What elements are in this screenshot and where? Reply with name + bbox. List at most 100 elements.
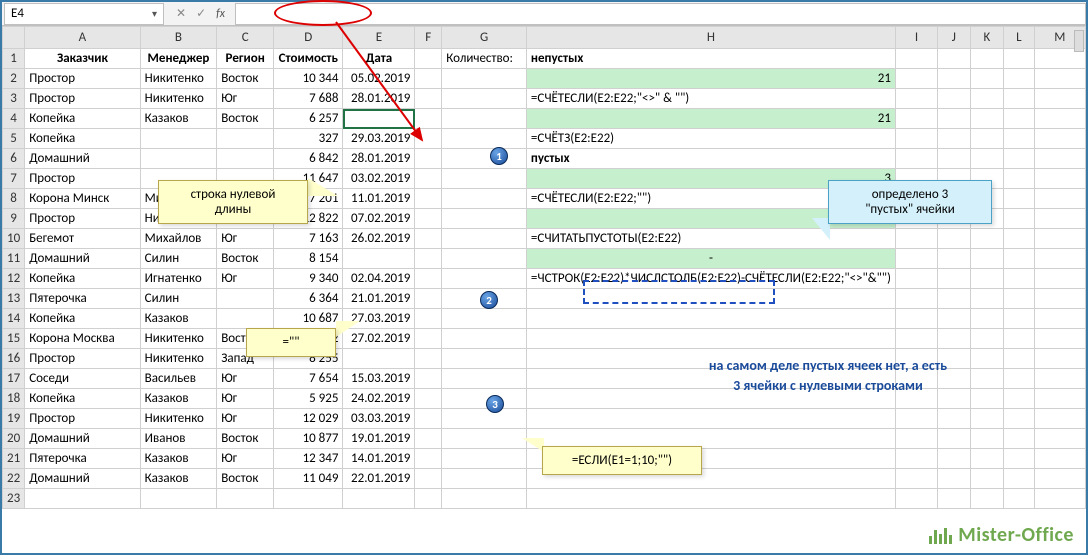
cell[interactable]: Простор <box>25 209 140 229</box>
cell[interactable] <box>895 329 937 349</box>
cell[interactable] <box>1034 409 1085 429</box>
cell[interactable]: Восток <box>217 109 274 129</box>
cell[interactable]: 6 364 <box>274 289 343 309</box>
cell[interactable] <box>1034 149 1085 169</box>
row-header-13[interactable]: 13 <box>3 289 25 309</box>
cell[interactable]: Юг <box>217 449 274 469</box>
cell[interactable] <box>442 129 527 149</box>
fx-icon[interactable]: fx <box>216 7 225 21</box>
cell[interactable]: Васильев <box>140 369 217 389</box>
cell[interactable]: Копейка <box>25 129 140 149</box>
cell[interactable] <box>1004 329 1034 349</box>
table-header-cell[interactable]: Менеджер <box>140 49 217 69</box>
col-header-J[interactable]: J <box>938 27 970 49</box>
cell[interactable]: 327 <box>274 129 343 149</box>
cell[interactable]: 24.02.2019 <box>343 389 415 409</box>
cancel-icon[interactable]: ✕ <box>176 6 186 21</box>
cell[interactable]: Никитенко <box>140 349 217 369</box>
row-header-12[interactable]: 12 <box>3 269 25 289</box>
cell[interactable] <box>526 309 895 329</box>
cell[interactable]: Восток <box>217 249 274 269</box>
cell[interactable] <box>442 149 527 169</box>
cell[interactable]: 28.01.2019 <box>343 89 415 109</box>
cell[interactable] <box>938 489 970 509</box>
cell[interactable] <box>526 489 895 509</box>
row-header-1[interactable]: 1 <box>3 49 25 69</box>
cell[interactable] <box>442 109 527 129</box>
cell[interactable]: Юг <box>217 229 274 249</box>
row-header-5[interactable]: 5 <box>3 129 25 149</box>
cell[interactable] <box>442 349 527 369</box>
row-header-2[interactable]: 2 <box>3 69 25 89</box>
cell[interactable]: Казаков <box>140 109 217 129</box>
cell[interactable] <box>526 289 895 309</box>
cell[interactable] <box>1004 449 1034 469</box>
cell[interactable] <box>1034 429 1085 449</box>
cell[interactable] <box>895 269 937 289</box>
cell[interactable]: Простор <box>25 89 140 109</box>
cell[interactable] <box>970 469 1003 489</box>
cell[interactable]: Пятерочка <box>25 449 140 469</box>
cell[interactable]: Юг <box>217 409 274 429</box>
cell[interactable] <box>1004 69 1034 89</box>
cell[interactable] <box>217 309 274 329</box>
row-header-14[interactable]: 14 <box>3 309 25 329</box>
cell[interactable]: Домашний <box>25 149 140 169</box>
row-header-16[interactable]: 16 <box>3 349 25 369</box>
cell[interactable] <box>938 449 970 469</box>
cell[interactable]: Копейка <box>25 269 140 289</box>
cell[interactable]: Игнатенко <box>140 269 217 289</box>
cell[interactable] <box>895 249 937 269</box>
cell[interactable]: Пятерочка <box>25 289 140 309</box>
cell[interactable] <box>1004 49 1034 69</box>
cell[interactable]: 03.03.2019 <box>343 409 415 429</box>
col-header-H[interactable]: H <box>526 27 895 49</box>
cell[interactable]: Корона Москва <box>25 329 140 349</box>
cell[interactable] <box>343 249 415 269</box>
cell[interactable] <box>1034 349 1085 369</box>
cell[interactable] <box>938 49 970 69</box>
cell[interactable] <box>415 69 442 89</box>
row-header-3[interactable]: 3 <box>3 89 25 109</box>
row-header-22[interactable]: 22 <box>3 469 25 489</box>
row-header-8[interactable]: 8 <box>3 189 25 209</box>
cell[interactable] <box>415 169 442 189</box>
cell[interactable] <box>442 269 527 289</box>
cell[interactable]: 02.04.2019 <box>343 269 415 289</box>
cell[interactable]: Количество: <box>442 49 527 69</box>
cell[interactable] <box>442 449 527 469</box>
cell[interactable]: 19.01.2019 <box>343 429 415 449</box>
cell[interactable] <box>938 129 970 149</box>
cell[interactable]: Юг <box>217 369 274 389</box>
cell[interactable]: Казаков <box>140 309 217 329</box>
cell[interactable] <box>442 229 527 249</box>
cell[interactable] <box>415 289 442 309</box>
cell[interactable]: 10 687 <box>274 309 343 329</box>
cell[interactable] <box>442 469 527 489</box>
col-header-B[interactable]: B <box>140 27 217 49</box>
cell[interactable]: Восток <box>217 429 274 449</box>
scrollbar-stub[interactable] <box>1074 30 1084 52</box>
cell[interactable]: 12 029 <box>274 409 343 429</box>
cell[interactable]: 26.02.2019 <box>343 229 415 249</box>
cell[interactable] <box>1004 469 1034 489</box>
cell[interactable] <box>1004 229 1034 249</box>
select-all-corner[interactable] <box>3 27 25 49</box>
cell[interactable]: 05.02.2019 <box>343 69 415 89</box>
cell[interactable] <box>442 389 527 409</box>
cell[interactable]: Восток <box>217 69 274 89</box>
cell[interactable] <box>1004 209 1034 229</box>
cell[interactable] <box>1034 249 1085 269</box>
cell[interactable] <box>938 229 970 249</box>
cell[interactable] <box>140 149 217 169</box>
cell[interactable] <box>1034 449 1085 469</box>
row-header-17[interactable]: 17 <box>3 369 25 389</box>
col-header-L[interactable]: L <box>1004 27 1034 49</box>
cell[interactable] <box>895 469 937 489</box>
cell[interactable] <box>526 409 895 429</box>
cell[interactable] <box>1004 149 1034 169</box>
cell[interactable] <box>1034 289 1085 309</box>
cell[interactable] <box>970 109 1003 129</box>
cell[interactable] <box>442 489 527 509</box>
cell[interactable] <box>970 489 1003 509</box>
